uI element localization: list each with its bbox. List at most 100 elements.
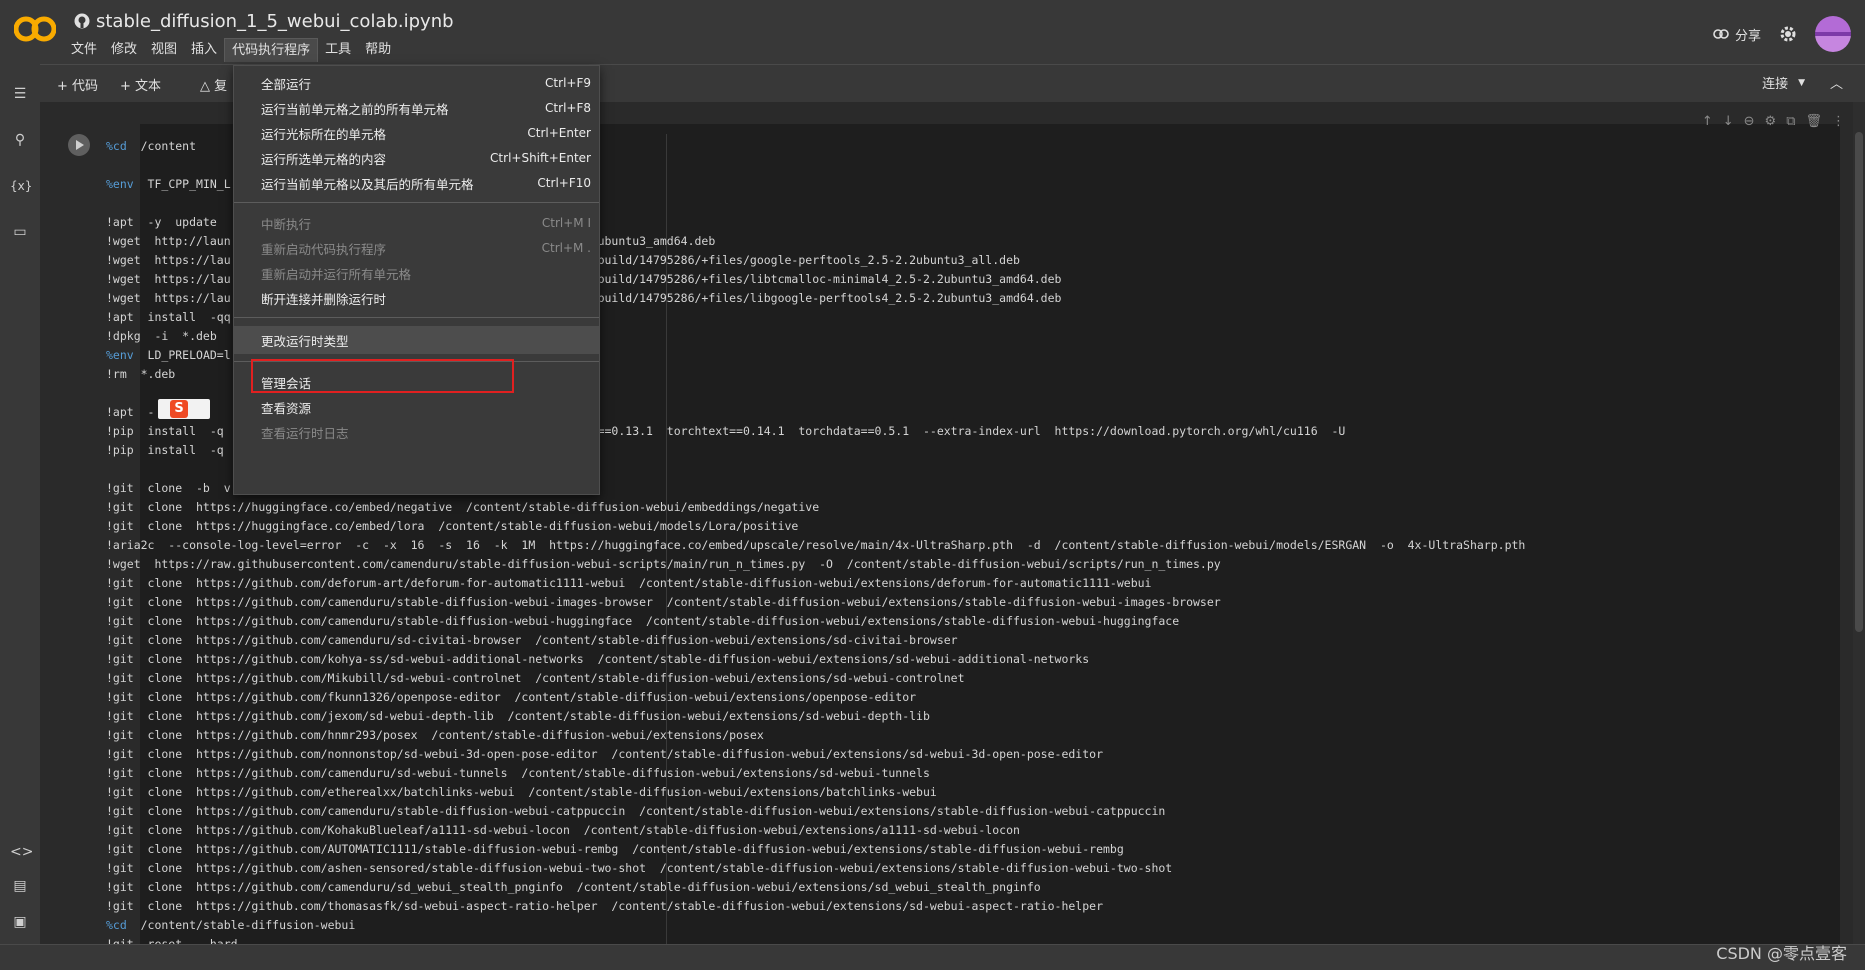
- link-icon: [1713, 29, 1729, 39]
- menu-item-view-resources[interactable]: 查看资源: [234, 393, 599, 421]
- menu-file[interactable]: 文件: [64, 38, 104, 62]
- collapse-toolbar-icon[interactable]: ︿: [1830, 73, 1843, 92]
- search-icon[interactable]: ⚲: [10, 130, 30, 150]
- code-line: !git clone https://github.com/nonnonstop…: [106, 747, 1103, 761]
- code-line: !git clone https://github.com/fkunn1326/…: [106, 690, 917, 704]
- scrollbar-thumb[interactable]: [1855, 132, 1863, 632]
- code-line: !git clone https://github.com/AUTOMATIC1…: [106, 842, 1124, 856]
- variables-icon[interactable]: {x}: [10, 176, 32, 196]
- csdn-watermark: CSDN @零点壹客: [1716, 944, 1847, 963]
- menu-item-label: 运行所选单元格的内容: [261, 151, 387, 167]
- menu-item-shortcut: Ctrl+F8: [545, 101, 591, 115]
- menu-help[interactable]: 帮助: [358, 38, 398, 62]
- connect-button[interactable]: 连接 ▼: [1762, 73, 1805, 92]
- command-palette-icon[interactable]: ▤: [10, 876, 30, 896]
- menu-item-run-focused[interactable]: 运行光标所在的单元格 Ctrl+Enter: [234, 119, 599, 147]
- menu-item-change-runtime-type[interactable]: 更改运行时类型: [234, 326, 599, 354]
- code-line: !git clone https://github.com/Mikubill/s…: [106, 671, 965, 685]
- drive-icon: △: [200, 79, 210, 94]
- highlight-annotation-box: [251, 359, 514, 393]
- more-vert-icon[interactable]: ⋮: [1832, 114, 1845, 129]
- move-up-icon[interactable]: ↑: [1702, 114, 1713, 129]
- move-down-icon[interactable]: ↓: [1723, 114, 1734, 129]
- gear-icon[interactable]: [1779, 25, 1797, 43]
- input-method-badge: S: [158, 399, 210, 419]
- menu-edit[interactable]: 修改: [104, 38, 144, 62]
- menu-item-shortcut: Ctrl+M .: [541, 241, 591, 255]
- menubar: 文件 修改 视图 插入 代码执行程序 工具 帮助: [64, 38, 398, 62]
- code-line: !git clone https://github.com/camenduru/…: [106, 633, 958, 647]
- menu-item-disconnect-delete[interactable]: 断开连接并删除运行时: [234, 284, 599, 312]
- code-line: !git clone https://github.com/deforum-ar…: [106, 576, 1152, 590]
- sogou-logo-icon: S: [170, 400, 188, 418]
- menu-runtime[interactable]: 代码执行程序: [224, 38, 319, 62]
- connect-label: 连接: [1762, 77, 1789, 92]
- code-line: !wget https://raw.githubusercontent.com/…: [106, 557, 1221, 571]
- menu-item-run-after[interactable]: 运行当前单元格以及其后的所有单元格 Ctrl+F10: [234, 169, 599, 197]
- code-line: !git clone https://github.com/camenduru/…: [106, 766, 930, 780]
- chevron-down-icon: ▼: [1798, 77, 1805, 88]
- menu-tools[interactable]: 工具: [318, 38, 358, 62]
- cell-settings-icon[interactable]: ⚙: [1765, 114, 1777, 129]
- code-snippets-icon[interactable]: <>: [10, 842, 33, 862]
- left-sidebar: ☰ ⚲ {x} ▭ <> ▤ ▣: [0, 64, 40, 944]
- menu-item-shortcut: Ctrl+F10: [537, 176, 591, 190]
- menu-insert[interactable]: 插入: [184, 38, 224, 62]
- code-line: %cd /content/stable-diffusion-webui: [106, 918, 356, 932]
- menu-item-shortcut: Ctrl+Enter: [527, 126, 591, 140]
- menu-item-label: 断开连接并删除运行时: [261, 291, 387, 307]
- vertical-scrollbar[interactable]: [1853, 102, 1865, 944]
- menu-item-label: 运行光标所在的单元格: [261, 126, 387, 142]
- menu-view[interactable]: 视图: [144, 38, 184, 62]
- menu-item-restart[interactable]: 重新启动代码执行程序 Ctrl+M .: [234, 234, 599, 262]
- menu-item-restart-run-all[interactable]: 重新启动并运行所有单元格: [234, 259, 599, 287]
- notebook-title[interactable]: stable_diffusion_1_5_webui_colab.ipynb: [96, 11, 454, 32]
- add-code-button[interactable]: + 代码: [57, 75, 98, 94]
- menu-item-view-runtime-logs[interactable]: 查看运行时日志: [234, 418, 599, 446]
- cell-link-icon[interactable]: ⊖: [1744, 114, 1755, 129]
- status-bar: [0, 944, 1865, 970]
- table-of-contents-icon[interactable]: ☰: [10, 84, 30, 104]
- code-line: !git clone https://huggingface.co/embed/…: [106, 519, 799, 533]
- menu-item-shortcut: Ctrl+M I: [541, 216, 591, 230]
- app-header: stable_diffusion_1_5_webui_colab.ipynb 文…: [0, 0, 1865, 64]
- share-button[interactable]: 分享: [1713, 25, 1761, 44]
- code-line: !git clone https://github.com/etherealxx…: [106, 785, 937, 799]
- menu-item-label: 全部运行: [261, 76, 312, 92]
- menu-divider: [234, 202, 599, 203]
- code-line: !git clone https://github.com/hnmr293/po…: [106, 728, 764, 742]
- menu-item-label: 重新启动代码执行程序: [261, 241, 387, 257]
- menu-item-run-selection[interactable]: 运行所选单元格的内容 Ctrl+Shift+Enter: [234, 144, 599, 172]
- mirror-cell-icon[interactable]: ⧉: [1786, 114, 1795, 129]
- code-line: !git clone https://github.com/camenduru/…: [106, 804, 1166, 818]
- menu-divider: [234, 317, 599, 318]
- copy-to-drive-button[interactable]: △ 复: [200, 75, 227, 94]
- github-icon: [74, 13, 90, 29]
- menu-item-label: 更改运行时类型: [261, 333, 349, 349]
- share-label: 分享: [1734, 28, 1761, 44]
- menu-item-label: 重新启动并运行所有单元格: [261, 266, 412, 282]
- run-cell-button[interactable]: [68, 134, 90, 156]
- header-actions: 分享: [1713, 16, 1851, 52]
- colab-logo-icon[interactable]: [14, 14, 56, 44]
- runtime-menu-dropdown: 全部运行 Ctrl+F9 运行当前单元格之前的所有单元格 Ctrl+F8 运行光标所…: [233, 65, 600, 495]
- code-line: !git clone https://huggingface.co/embed/…: [106, 500, 820, 514]
- avatar[interactable]: [1815, 16, 1851, 52]
- code-line: !git clone https://github.com/KohakuBlue…: [106, 823, 1020, 837]
- terminal-icon[interactable]: ▣: [10, 912, 30, 932]
- code-line: !git clone https://github.com/thomasasfk…: [106, 899, 1103, 913]
- copy-to-drive-label: 复: [214, 79, 228, 94]
- menu-item-interrupt[interactable]: 中断执行 Ctrl+M I: [234, 209, 599, 237]
- code-line: !git clone https://github.com/jexom/sd-w…: [106, 709, 930, 723]
- menu-item-label: 查看运行时日志: [261, 425, 349, 441]
- delete-cell-icon[interactable]: 🗑: [1805, 114, 1822, 129]
- code-line: !git clone https://github.com/ashen-sens…: [106, 861, 1173, 875]
- title-row: stable_diffusion_1_5_webui_colab.ipynb: [74, 10, 454, 32]
- menu-item-run-all[interactable]: 全部运行 Ctrl+F9: [234, 69, 599, 97]
- folder-icon[interactable]: ▭: [10, 222, 30, 242]
- code-line: !git clone https://github.com/camenduru/…: [106, 880, 1041, 894]
- menu-item-run-before[interactable]: 运行当前单元格之前的所有单元格 Ctrl+F8: [234, 94, 599, 122]
- menu-item-label: 查看资源: [261, 400, 312, 416]
- menu-item-label: 运行当前单元格之前的所有单元格: [261, 101, 449, 117]
- add-text-button[interactable]: + 文本: [120, 75, 161, 94]
